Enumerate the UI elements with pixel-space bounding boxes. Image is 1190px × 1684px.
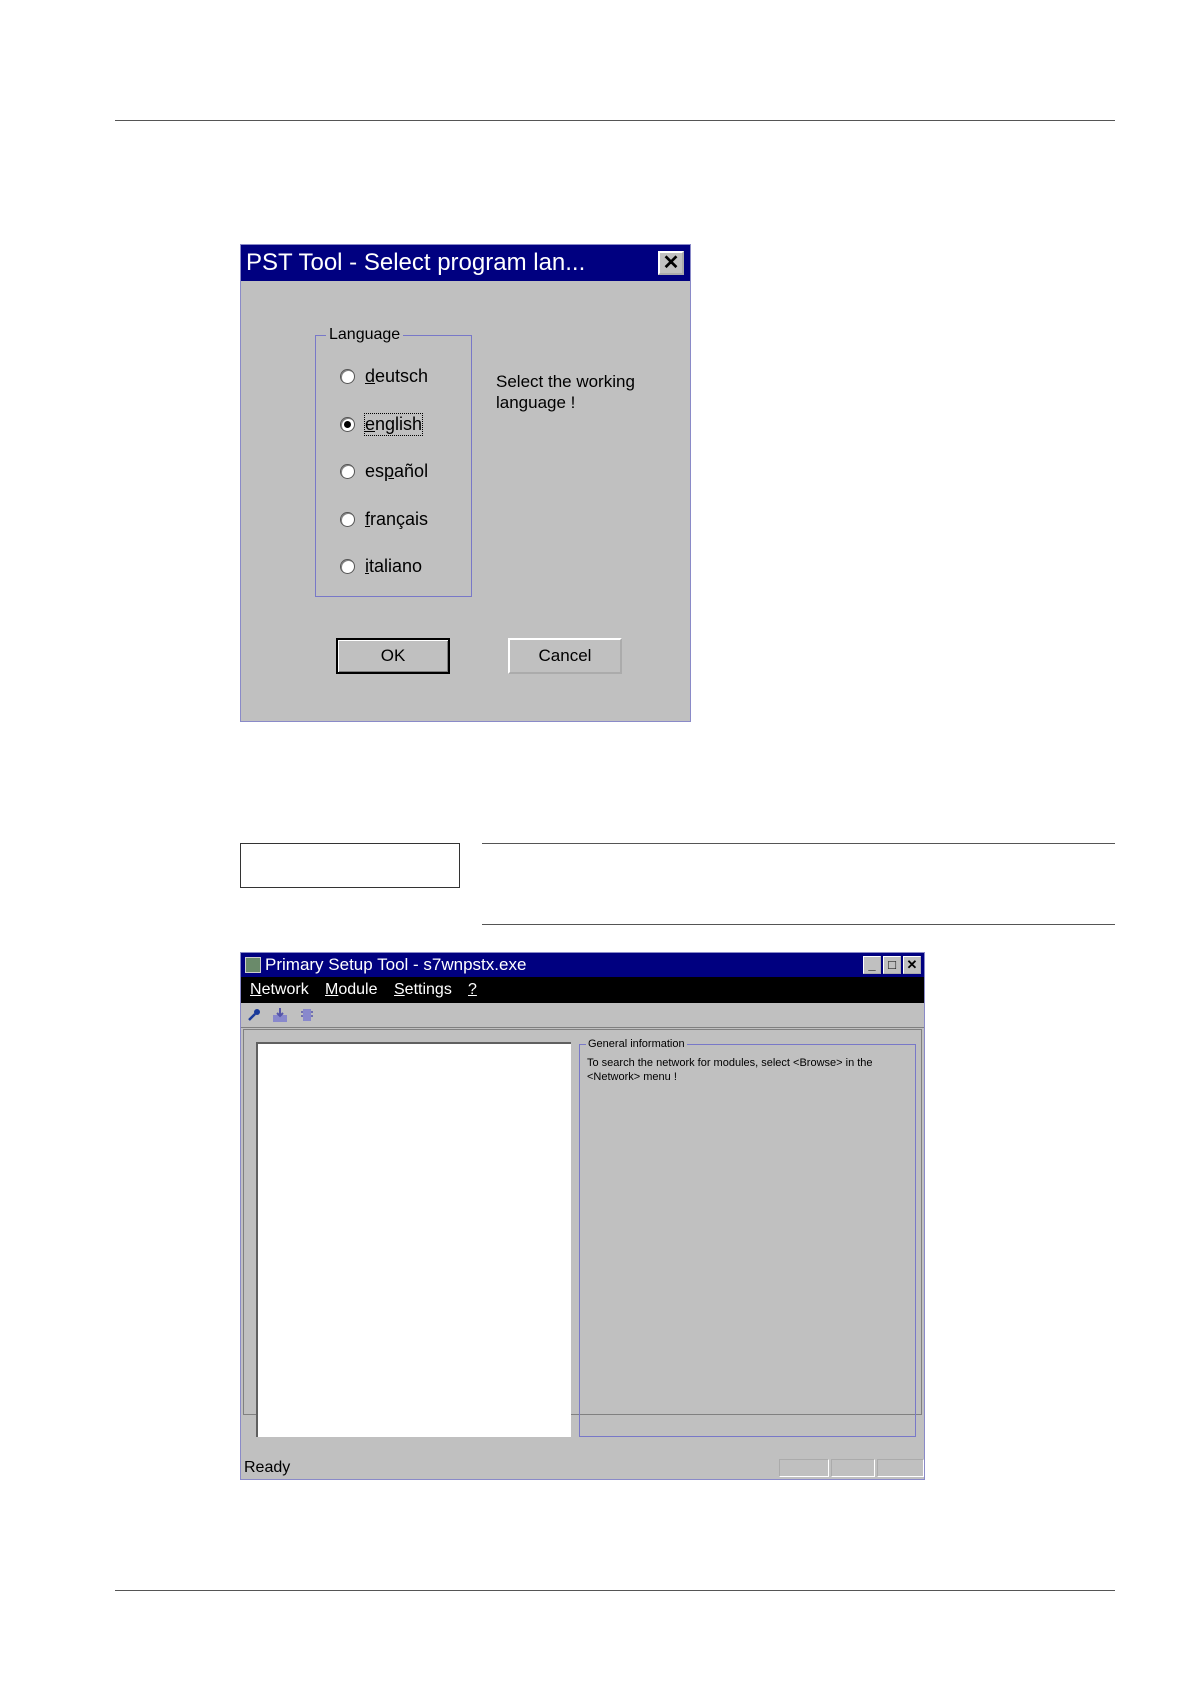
info-group-label: General information [586, 1038, 687, 1050]
general-information-group: General information To search the networ… [579, 1038, 916, 1437]
note-bottom-rule [482, 924, 1115, 925]
cancel-button[interactable]: Cancel [508, 638, 622, 674]
client-area: General information To search the networ… [243, 1029, 922, 1437]
radio-button-icon[interactable] [340, 558, 355, 574]
radio-francais[interactable]: français [340, 506, 428, 532]
dialog-hint: Select the working language ! [496, 372, 635, 412]
radio-button-icon[interactable] [340, 511, 355, 527]
download-module-icon[interactable] [272, 1007, 288, 1023]
header-rule [115, 120, 1115, 121]
language-dialog: PST Tool - Select program lan... ✕ Langu… [240, 244, 691, 722]
radio-italiano[interactable]: italiano [340, 553, 422, 579]
radio-espanol[interactable]: español [340, 458, 428, 484]
status-panel [831, 1459, 875, 1477]
radio-label-italiano: italiano [365, 555, 423, 576]
note-box [240, 843, 460, 888]
radio-button-icon[interactable] [340, 368, 355, 384]
radio-label-francais: français [365, 508, 429, 529]
radio-label-espanol: español [365, 460, 429, 481]
menu-network[interactable]: Network [250, 977, 309, 1003]
language-group-label: Language [326, 326, 404, 344]
radio-deutsch[interactable]: deutsch [340, 363, 428, 389]
primary-setup-window: Primary Setup Tool - s7wnpstx.exe _ □ ✕ … [240, 952, 925, 1480]
dialog-title: PST Tool - Select program lan... [241, 245, 690, 281]
status-bar: Ready [241, 1457, 924, 1479]
wrench-icon[interactable] [246, 1007, 262, 1023]
window-title-text: Primary Setup Tool - s7wnpstx.exe [265, 955, 527, 974]
note-top-rule [482, 843, 1115, 844]
status-panel [779, 1459, 829, 1477]
radio-button-selected-icon[interactable] [340, 416, 355, 432]
module-tree-view[interactable] [256, 1042, 571, 1437]
radio-label-english: english [363, 412, 424, 436]
status-panel [877, 1459, 924, 1477]
ok-button[interactable]: OK [336, 638, 450, 674]
toolbar [241, 1003, 924, 1028]
menu-settings[interactable]: Settings [394, 977, 452, 1003]
radio-english[interactable]: english [340, 411, 424, 437]
radio-label-deutsch: deutsch [365, 365, 429, 386]
app-icon [245, 957, 261, 973]
close-icon[interactable]: ✕ [903, 956, 921, 974]
radio-button-icon[interactable] [340, 463, 355, 479]
close-icon[interactable]: ✕ [658, 251, 684, 275]
language-group: Language deutsch english español françai… [315, 326, 472, 597]
footer-rule [115, 1590, 1115, 1591]
minimize-icon[interactable]: _ [863, 956, 881, 974]
window-title: Primary Setup Tool - s7wnpstx.exe _ □ ✕ [241, 953, 924, 977]
maximize-icon[interactable]: □ [883, 956, 901, 974]
info-text: To search the network for modules, selec… [587, 1057, 873, 1083]
flash-module-icon[interactable] [299, 1007, 315, 1023]
menu-bar: Network Module Settings ? [241, 977, 924, 1003]
status-text: Ready [244, 1459, 291, 1476]
menu-module[interactable]: Module [325, 977, 377, 1003]
menu-help[interactable]: ? [468, 977, 477, 1003]
